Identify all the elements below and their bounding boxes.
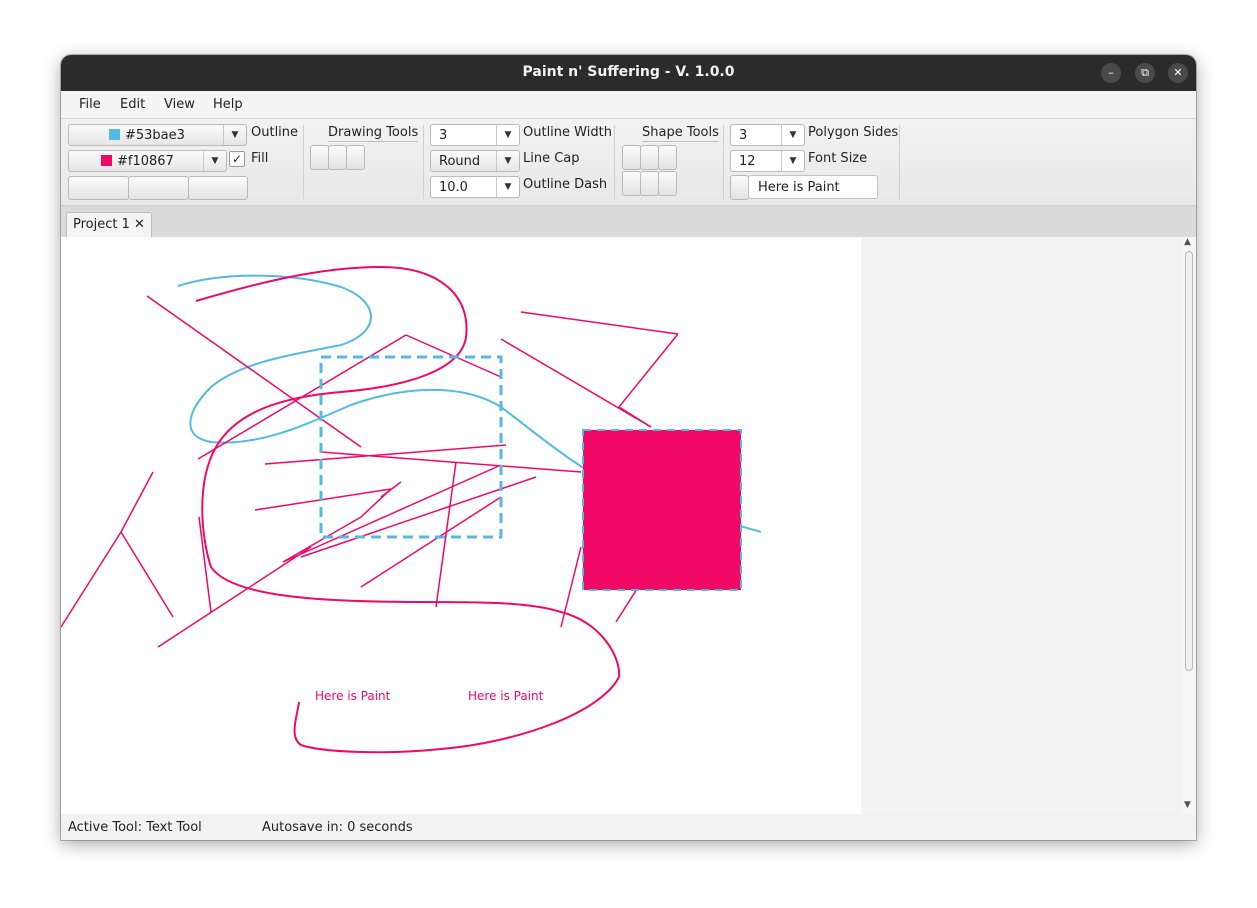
line-cap-value: Round [439, 154, 481, 169]
shape-tool-button-4[interactable] [622, 171, 641, 196]
toolbar: #53bae3 ▼ Outline #f10867 ▼ ✓ Fill Drawi… [61, 119, 1196, 206]
action-button-2[interactable] [128, 176, 189, 200]
separator [723, 125, 724, 199]
fill-checkbox[interactable]: ✓ [229, 151, 245, 167]
outline-width-value: 3 [439, 128, 448, 143]
outline-width-label: Outline Width [523, 125, 612, 140]
outline-width-combo[interactable]: 3 ▼ [430, 124, 520, 146]
canvas-viewport: Here is Paint Here is Paint [61, 237, 1182, 814]
canvas-text-2: Here is Paint [468, 689, 544, 703]
menu-edit[interactable]: Edit [120, 97, 145, 112]
separator [423, 125, 424, 199]
action-button-1[interactable] [68, 176, 129, 200]
tab-label: Project 1 [73, 217, 130, 232]
tab-strip: Project 1 ✕ [61, 206, 1196, 238]
polygon-sides-label: Polygon Sides [808, 125, 899, 140]
title-bar: Paint n' Suffering - V. 1.0.0 – ⧉ ✕ [61, 55, 1196, 91]
close-icon[interactable]: ✕ [134, 217, 145, 232]
drawing-tool-button-1[interactable] [310, 145, 329, 170]
outline-color-picker[interactable]: #53bae3 ▼ [68, 124, 247, 146]
polygon-sides-value: 3 [739, 128, 748, 143]
scroll-thumb[interactable] [1185, 251, 1193, 671]
scroll-up-icon[interactable]: ▲ [1184, 237, 1191, 247]
menu-bar: File Edit View Help [61, 91, 1196, 119]
menu-file[interactable]: File [79, 97, 101, 112]
shape-tools-title: Shape Tools [642, 125, 719, 142]
chevron-down-icon[interactable]: ▼ [496, 177, 519, 197]
scroll-down-icon[interactable]: ▼ [1184, 800, 1191, 810]
autosave-status: Autosave in: 0 seconds [262, 820, 413, 835]
shape-tool-button-6[interactable] [658, 171, 677, 196]
font-size-label: Font Size [808, 151, 868, 166]
text-style-button[interactable] [730, 175, 749, 200]
action-button-3[interactable] [188, 176, 248, 200]
font-size-combo[interactable]: 12 ▼ [730, 150, 805, 172]
chevron-down-icon[interactable]: ▼ [496, 151, 519, 171]
chevron-down-icon[interactable]: ▼ [496, 125, 519, 145]
separator [899, 125, 900, 199]
outline-label: Outline [251, 125, 299, 140]
outline-dash-value: 10.0 [439, 180, 468, 195]
vertical-scrollbar[interactable]: ▲ ▼ [1182, 237, 1196, 814]
drawing-tool-button-2[interactable] [328, 145, 347, 170]
font-size-value: 12 [739, 154, 756, 169]
chevron-down-icon[interactable]: ▼ [203, 151, 226, 171]
text-input-field[interactable]: Here is Paint [748, 175, 878, 199]
status-bar: Active Tool: Text Tool Autosave in: 0 se… [61, 814, 1196, 840]
minimize-icon[interactable]: – [1101, 63, 1121, 83]
shape-tool-button-1[interactable] [622, 145, 641, 170]
line-cap-combo[interactable]: Round ▼ [430, 150, 520, 172]
separator [303, 125, 304, 199]
drawing-tools-title: Drawing Tools [328, 125, 419, 142]
fill-color-picker[interactable]: #f10867 ▼ [68, 150, 227, 172]
fill-swatch [101, 155, 112, 166]
tab-project-1[interactable]: Project 1 ✕ [66, 212, 152, 237]
line-cap-label: Line Cap [523, 151, 580, 166]
polygon-sides-combo[interactable]: 3 ▼ [730, 124, 805, 146]
chevron-down-icon[interactable]: ▼ [781, 151, 804, 171]
filled-square [582, 429, 742, 591]
chevron-down-icon[interactable]: ▼ [223, 125, 246, 145]
window-title: Paint n' Suffering - V. 1.0.0 [522, 64, 735, 80]
maximize-icon[interactable]: ⧉ [1135, 63, 1155, 83]
outline-dash-label: Outline Dash [523, 177, 608, 192]
fill-color-value: #f10867 [101, 154, 174, 169]
drawing-tool-button-3[interactable] [346, 145, 365, 170]
menu-view[interactable]: View [164, 97, 195, 112]
separator [614, 125, 615, 199]
outline-dash-combo[interactable]: 10.0 ▼ [430, 176, 520, 198]
outline-swatch [109, 129, 120, 140]
fill-label: Fill [251, 151, 269, 166]
close-icon[interactable]: ✕ [1168, 63, 1188, 83]
drawing-canvas[interactable]: Here is Paint Here is Paint [61, 237, 861, 814]
shape-tool-button-2[interactable] [640, 145, 659, 170]
shape-tool-button-5[interactable] [640, 171, 659, 196]
outline-color-value: #53bae3 [109, 128, 185, 143]
menu-help[interactable]: Help [213, 97, 243, 112]
app-window: Paint n' Suffering - V. 1.0.0 – ⧉ ✕ File… [61, 55, 1196, 840]
chevron-down-icon[interactable]: ▼ [781, 125, 804, 145]
text-input-value: Here is Paint [758, 180, 840, 195]
shape-tool-button-3[interactable] [658, 145, 677, 170]
active-tool-status: Active Tool: Text Tool [68, 820, 202, 835]
canvas-text-1: Here is Paint [315, 689, 391, 703]
